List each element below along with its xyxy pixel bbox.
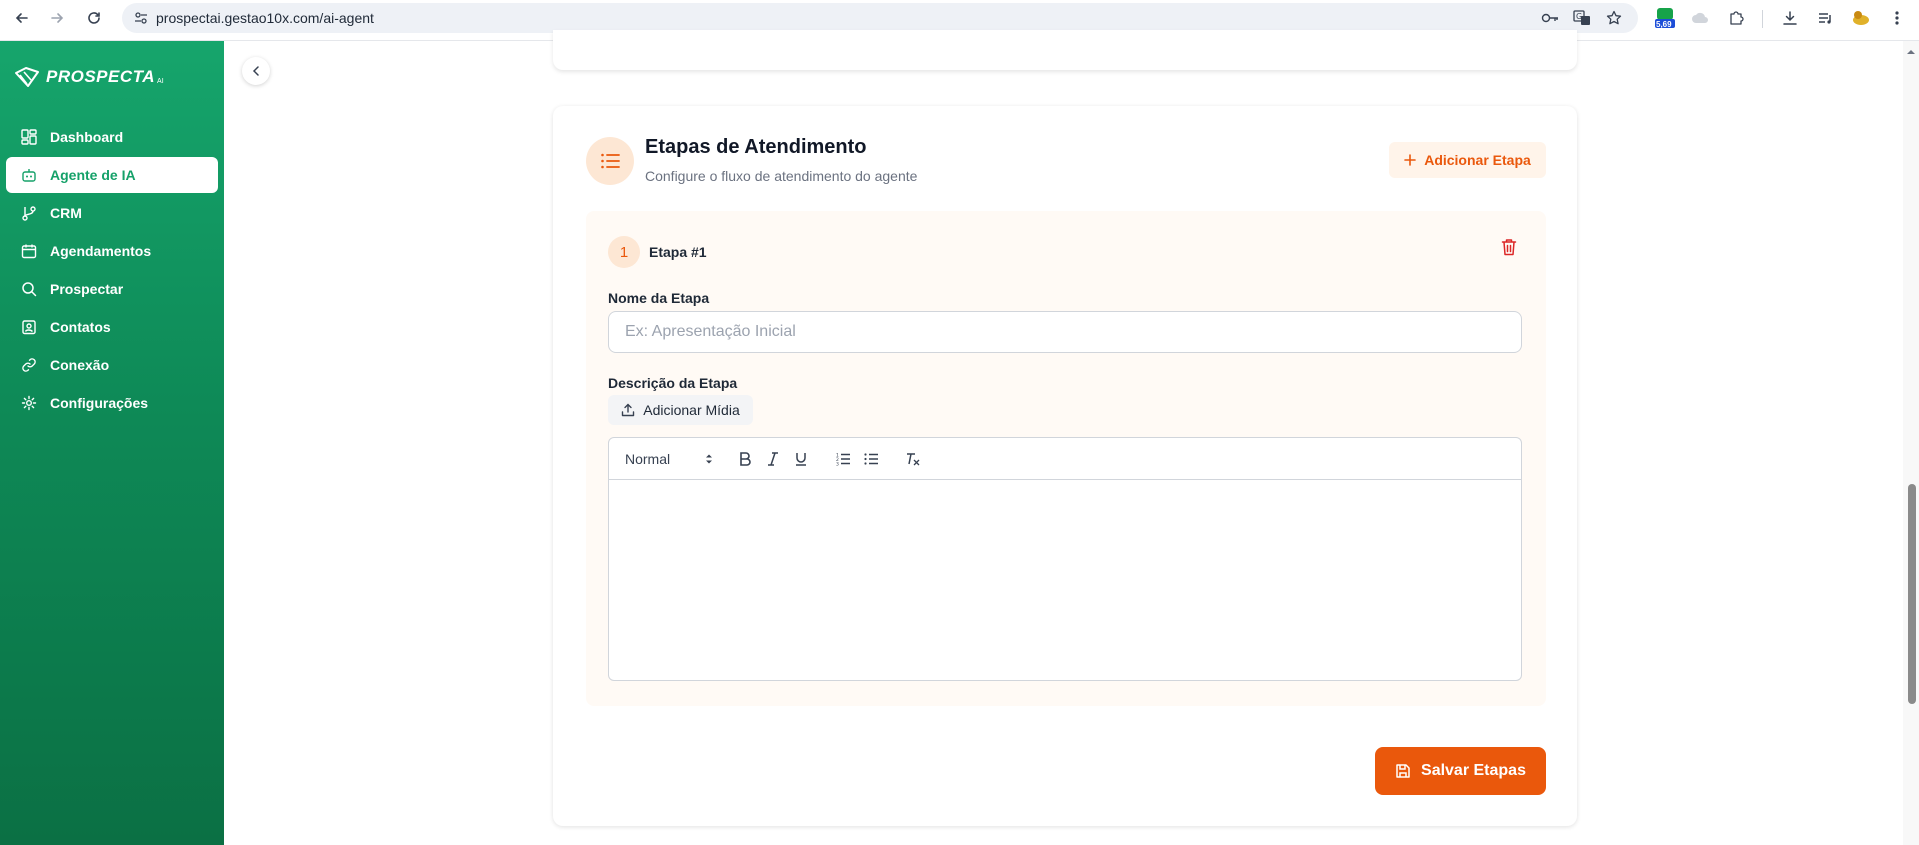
forward-arrow-icon[interactable]	[45, 6, 69, 30]
calendar-icon	[20, 242, 38, 260]
save-icon	[1396, 764, 1410, 778]
upload-icon	[622, 403, 635, 417]
extension-counter-icon[interactable]: 5,69	[1653, 8, 1677, 29]
plus-icon	[1404, 154, 1417, 166]
page-scrollbar[interactable]	[1903, 41, 1919, 845]
collapse-sidebar-button[interactable]	[242, 57, 270, 85]
underline-icon	[796, 452, 806, 466]
logo[interactable]: PROSPECTA AI	[14, 65, 164, 89]
trash-icon	[1501, 239, 1517, 256]
clear-format-button[interactable]	[903, 449, 923, 469]
underline-button[interactable]	[791, 449, 811, 469]
section-subtitle: Configure o fluxo de atendimento do agen…	[645, 168, 918, 184]
step-label: Etapa #1	[649, 244, 707, 260]
add-media-label: Adicionar Mídia	[643, 402, 740, 418]
ordered-list-icon: 123	[836, 452, 850, 466]
sidebar-item-contatos[interactable]: Contatos	[6, 309, 218, 345]
sidebar-item-configuracoes[interactable]: Configurações	[6, 385, 218, 421]
step-description-label: Descrição da Etapa	[608, 375, 738, 391]
sidebar-item-prospectar[interactable]: Prospectar	[6, 271, 218, 307]
address-bar[interactable]: prospectai.gestao10x.com/ai-agent	[122, 3, 1638, 33]
sidebar-item-label: Prospectar	[50, 281, 124, 297]
add-media-button[interactable]: Adicionar Mídia	[608, 395, 753, 425]
git-branch-icon	[20, 204, 38, 222]
sidebar-item-label: Configurações	[50, 395, 149, 411]
scrollbar-thumb[interactable]	[1908, 484, 1916, 704]
save-steps-label: Salvar Etapas	[1421, 762, 1526, 779]
sidebar: PROSPECTA AI Dashboard Agente de IA CRM	[0, 41, 224, 845]
url-text: prospectai.gestao10x.com/ai-agent	[156, 10, 374, 26]
list-ordered-icon	[586, 137, 634, 185]
rich-text-editor: Normal 123	[608, 437, 1522, 681]
back-arrow-icon[interactable]	[10, 6, 34, 30]
logo-sub: AI	[157, 77, 164, 85]
media-queue-icon[interactable]	[1815, 8, 1835, 28]
reload-icon[interactable]	[82, 6, 106, 30]
sidebar-item-label: Conexão	[50, 357, 110, 373]
extension-badge: 5,69	[1656, 20, 1672, 29]
scroll-up-arrow-icon[interactable]	[1905, 44, 1917, 54]
step-number-badge: 1	[608, 236, 640, 268]
settings-icon	[20, 394, 38, 412]
sidebar-item-label: Agendamentos	[50, 243, 152, 259]
bullet-list-button[interactable]	[861, 449, 881, 469]
extensions-puzzle-icon[interactable]	[1726, 8, 1746, 28]
italic-icon	[768, 451, 778, 466]
logo-text: PROSPECTA	[46, 67, 156, 86]
logo-icon	[15, 67, 39, 87]
translate-icon[interactable]: G	[1572, 8, 1592, 28]
profile-avatar-icon[interactable]	[1851, 8, 1871, 28]
previous-card	[553, 30, 1577, 70]
step-name-label: Nome da Etapa	[608, 290, 710, 306]
italic-button[interactable]	[763, 449, 783, 469]
section-title: Etapas de Atendimento	[645, 136, 867, 158]
bullet-list-icon	[864, 452, 878, 465]
sidebar-item-agendamentos[interactable]: Agendamentos	[6, 233, 218, 269]
step-panel: 1 Etapa #1 Nome da Etapa Descrição da Et…	[586, 211, 1546, 706]
delete-step-button[interactable]	[1497, 235, 1521, 259]
sidebar-item-label: Agente de IA	[50, 167, 136, 183]
download-icon[interactable]	[1780, 8, 1800, 28]
bot-icon	[20, 166, 38, 184]
select-updown-icon	[706, 454, 712, 463]
sidebar-item-agente-de-ia[interactable]: Agente de IA	[6, 157, 218, 193]
dashboard-icon	[20, 128, 38, 146]
sidebar-item-label: CRM	[50, 205, 82, 221]
steps-card: Etapas de Atendimento Configure o fluxo …	[553, 106, 1577, 826]
format-select-value: Normal	[625, 450, 671, 467]
sidebar-item-conexao[interactable]: Conexão	[6, 347, 218, 383]
bold-icon	[740, 451, 751, 466]
editor-toolbar: Normal 123	[609, 438, 1521, 480]
bold-button[interactable]	[735, 449, 755, 469]
sidebar-item-dashboard[interactable]: Dashboard	[6, 119, 218, 155]
toolbar-divider	[1762, 10, 1763, 28]
chevron-left-icon	[252, 66, 259, 76]
bookmark-star-icon[interactable]	[1604, 8, 1624, 28]
add-step-button[interactable]: Adicionar Etapa	[1389, 142, 1546, 178]
browser-menu-icon[interactable]	[1887, 8, 1907, 28]
add-step-label: Adicionar Etapa	[1424, 152, 1531, 168]
contact-icon	[20, 318, 38, 336]
step-name-input[interactable]	[608, 311, 1522, 353]
ordered-list-button[interactable]: 123	[833, 449, 853, 469]
svg-text:3: 3	[836, 461, 839, 466]
search-icon	[20, 280, 38, 298]
password-key-icon[interactable]	[1540, 8, 1560, 28]
sidebar-item-label: Dashboard	[50, 129, 124, 145]
editor-content-area[interactable]	[609, 480, 1521, 680]
sidebar-item-label: Contatos	[50, 319, 111, 335]
sidebar-item-crm[interactable]: CRM	[6, 195, 218, 231]
site-settings-icon[interactable]	[134, 11, 148, 30]
format-select[interactable]: Normal	[625, 451, 713, 467]
clear-format-icon	[907, 452, 920, 465]
save-steps-button[interactable]: Salvar Etapas	[1375, 747, 1546, 795]
sidebar-nav: Dashboard Agente de IA CRM Agendamentos …	[6, 119, 218, 423]
link-icon	[20, 356, 38, 374]
extension-cloud-icon[interactable]	[1690, 8, 1710, 28]
